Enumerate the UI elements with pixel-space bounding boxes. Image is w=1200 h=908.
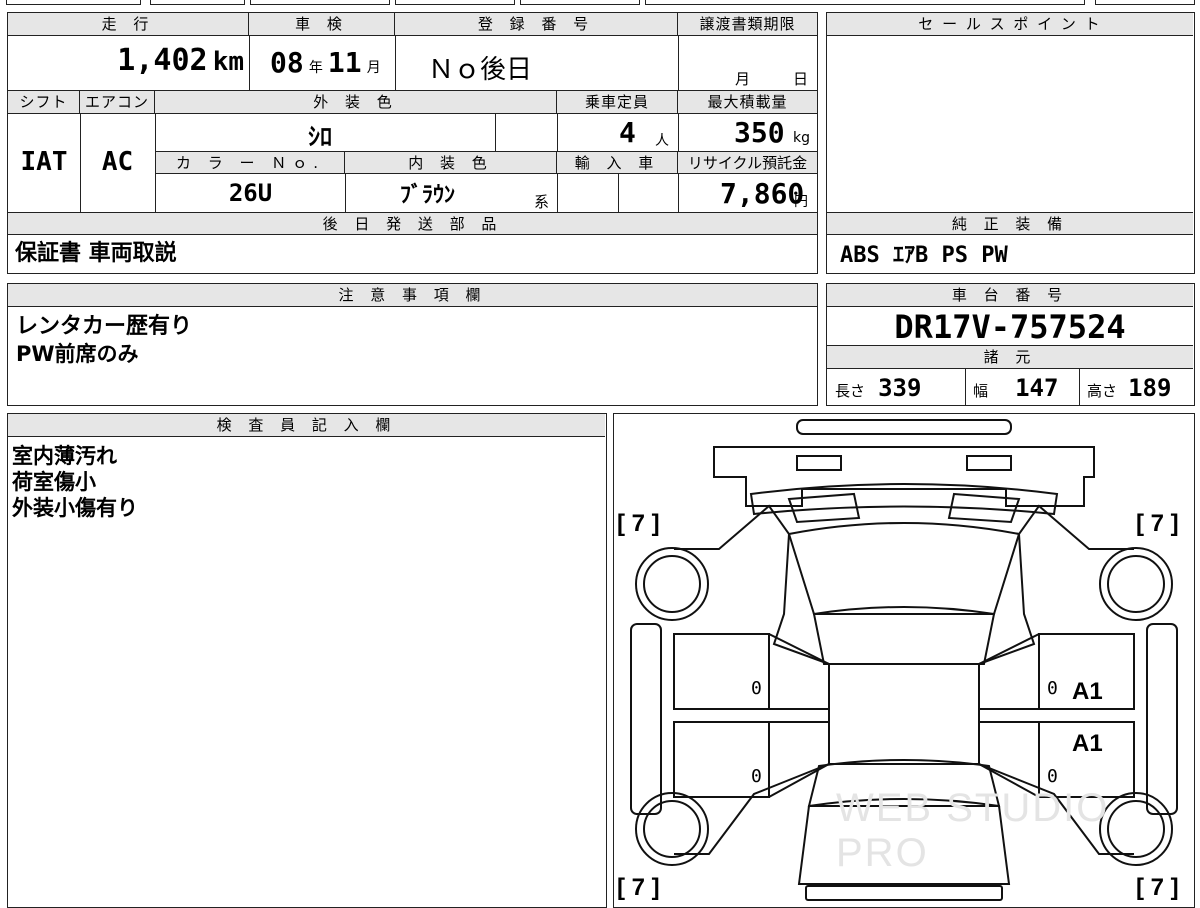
- chassis-block: 車 台 番 号 DR17V-757524 諸 元 長さ 339 幅 147 高さ…: [826, 283, 1195, 406]
- max-load-number: 350: [734, 116, 785, 149]
- spec-width-label: 幅: [973, 382, 989, 400]
- spec-length: 長さ 339: [835, 374, 921, 402]
- import-header: 輸 入 車: [557, 152, 678, 174]
- color-no-header: カ ラ ー Ｎｏ.: [156, 152, 345, 174]
- sales-point-header: セ ー ル ス ポ イ ン ト: [827, 13, 1193, 36]
- top-strip: [0, 0, 1200, 6]
- inspection-month: 11: [327, 46, 362, 79]
- later-parts-value: 保証書 車両取説: [15, 241, 177, 266]
- registration-value: Ｎｏ後日: [428, 55, 533, 85]
- front-bumper-shape: [796, 419, 1012, 435]
- later-parts-header: 後 日 発 送 部 品: [8, 213, 817, 235]
- damage-mark-rear-right-door: A1: [1072, 730, 1103, 757]
- damage-mark-front-right-door: A1: [1072, 678, 1103, 705]
- left-step-shape: [630, 623, 662, 815]
- spec-width: 幅 147: [973, 374, 1058, 402]
- interior-color-header: 内 装 色: [345, 152, 557, 174]
- inspector-line-3: 外装小傷有り: [12, 496, 138, 520]
- aircon-value: AC: [101, 147, 134, 177]
- transfer-month-unit: 月: [735, 70, 751, 88]
- mileage-number: 1,402: [117, 43, 208, 78]
- interior-color-suffix: 系: [534, 193, 550, 211]
- recycle-fee-unit: 円: [794, 194, 808, 210]
- genuine-equipment-value: ABS ｴｱB PS PW: [840, 243, 1008, 268]
- specs-header: 諸 元: [827, 346, 1193, 369]
- recycle-fee-number: 7,860: [720, 177, 805, 210]
- windshield-shape: [787, 522, 1021, 616]
- rear-bumper-shape: [805, 885, 1003, 901]
- spec-width-value: 147: [1015, 374, 1059, 402]
- inspection-month-unit: 月: [366, 60, 381, 76]
- door-zero-front-right: 0: [1047, 678, 1058, 699]
- chassis-header: 車 台 番 号: [827, 284, 1193, 307]
- capacity-unit: 人: [655, 133, 669, 149]
- registration-header: 登 録 番 号: [395, 13, 678, 36]
- headlight-left-shape: [796, 455, 842, 471]
- capacity-header: 乗車定員: [557, 91, 678, 114]
- exterior-color-value: ｼﾛ: [308, 123, 332, 151]
- vehicle-info-block: 走 行 車 検 登 録 番 号 譲渡書類期限 1,402 km 08 年 11 …: [7, 12, 818, 274]
- tire-front-left-shape: [635, 547, 709, 621]
- roof-shape: [812, 613, 996, 665]
- aircon-header: エアコン: [80, 91, 155, 114]
- front-panel-shape: [713, 446, 1095, 507]
- max-load-unit: kg: [793, 130, 810, 146]
- tire-mark-rear-right: [ 7 ]: [1136, 874, 1179, 901]
- spec-height-label: 高さ: [1087, 382, 1118, 400]
- inspection-year-unit: 年: [308, 60, 323, 76]
- color-no-value: 26U: [228, 179, 273, 207]
- tire-front-right-shape: [1099, 547, 1173, 621]
- shift-header: シフト: [8, 91, 80, 114]
- transfer-deadline-header: 譲渡書類期限: [678, 13, 817, 36]
- inspector-line-2: 荷室傷小: [12, 470, 96, 494]
- notes-block: 注 意 事 項 欄 レンタカー歴有り PW前席のみ: [7, 283, 818, 406]
- inspector-line-1: 室内薄汚れ: [12, 444, 117, 468]
- spec-height: 高さ 189: [1087, 374, 1171, 402]
- spec-height-value: 189: [1128, 374, 1172, 402]
- interior-color-value: ﾌﾞﾗｳﾝ: [400, 183, 456, 208]
- capacity-number: 4: [619, 116, 636, 149]
- inspection-header: 車 検: [249, 13, 395, 36]
- tire-mark-front-left: [ 7 ]: [617, 510, 660, 537]
- inspection-value: 08 年 11 月: [270, 46, 381, 79]
- transfer-day-unit: 日: [793, 70, 809, 88]
- inspector-header: 検 査 員 記 入 欄: [8, 414, 605, 437]
- door-zero-rear-left: 0: [751, 766, 762, 787]
- tire-mark-rear-left: [ 7 ]: [617, 874, 660, 901]
- mileage-unit: km: [212, 47, 244, 77]
- chassis-value: DR17V-757524: [894, 308, 1126, 346]
- notes-line-1: レンタカー歴有り: [16, 314, 193, 339]
- spec-length-value: 339: [878, 374, 922, 402]
- sales-point-block: セ ー ル ス ポ イ ン ト 純 正 装 備 ABS ｴｱB PS PW: [826, 12, 1195, 274]
- recycle-fee-header: リサイクル預託金: [678, 152, 817, 174]
- mileage-value: 1,402 km: [8, 43, 244, 78]
- tire-mark-front-right: [ 7 ]: [1136, 510, 1179, 537]
- headlight-right-shape: [966, 455, 1012, 471]
- door-zero-rear-right: 0: [1047, 766, 1058, 787]
- roof-center-shape: [828, 663, 980, 765]
- genuine-equipment-header: 純 正 装 備: [827, 213, 1193, 235]
- car-diagram-block: WEB STUDIO PRO [ 7 ] [ 7 ] [ 7 ] [ 7 ] 0…: [613, 413, 1195, 908]
- spec-length-label: 長さ: [835, 382, 866, 400]
- door-zero-front-left: 0: [751, 678, 762, 699]
- notes-header: 注 意 事 項 欄: [8, 284, 817, 307]
- shift-value: IAT: [20, 147, 68, 177]
- tire-rear-left-shape: [635, 792, 709, 866]
- inspection-year: 08: [270, 46, 304, 79]
- inspector-block: 検 査 員 記 入 欄 室内薄汚れ 荷室傷小 外装小傷有り: [7, 413, 607, 908]
- watermark-text: WEB STUDIO PRO: [836, 786, 1110, 875]
- max-load-header: 最大積載量: [678, 91, 817, 114]
- notes-line-2: PW前席のみ: [16, 342, 139, 366]
- mileage-header: 走 行: [8, 13, 249, 36]
- exterior-color-header: 外 装 色: [155, 91, 557, 114]
